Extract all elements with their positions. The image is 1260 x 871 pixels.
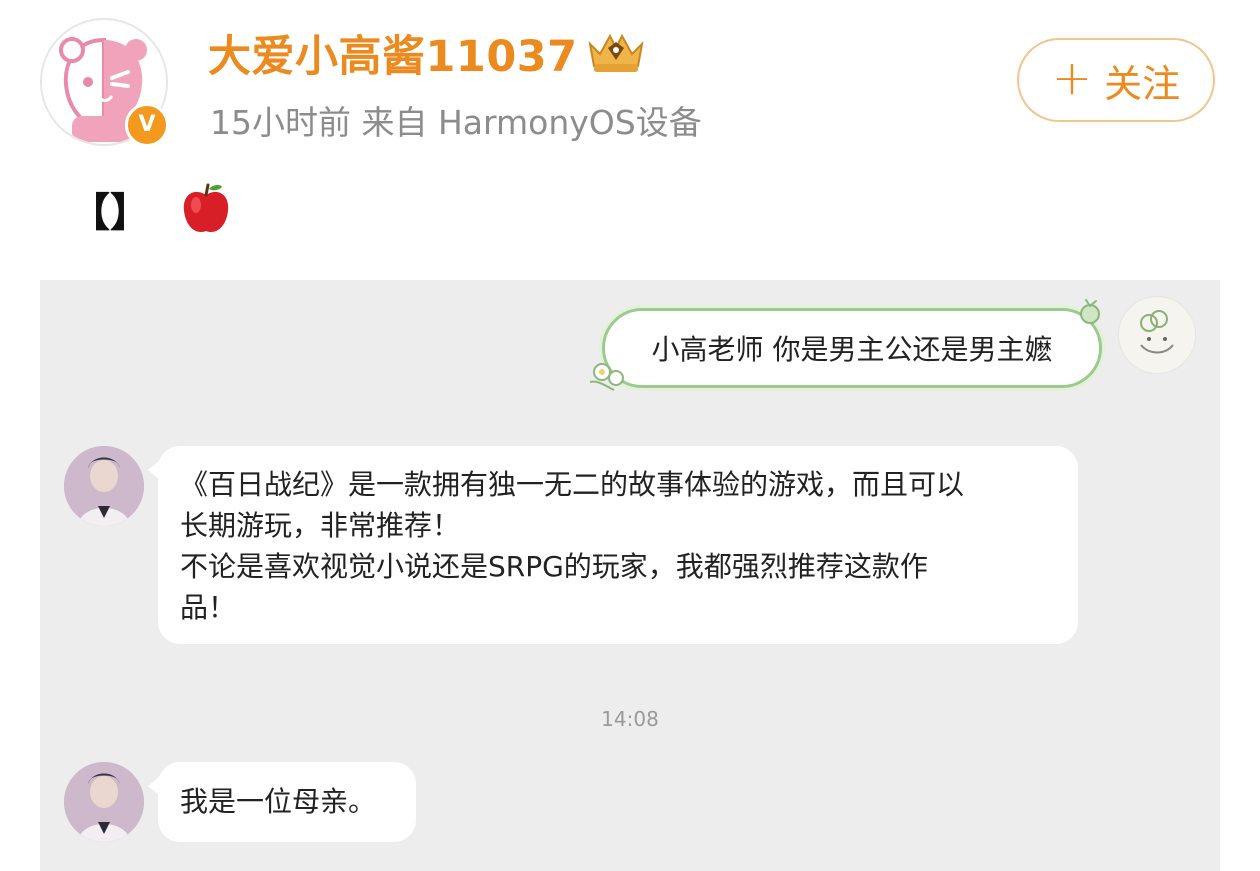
message-line: 《百日战纪》是一款拥有独一无二的故事体验的游戏，而且可以 — [180, 468, 965, 501]
incoming-message-bubble[interactable]: 《百日战纪》是一款拥有独一无二的故事体验的游戏，而且可以 长期游玩，非常推荐！ … — [148, 446, 1078, 644]
username[interactable]: 大爱小高酱11037 — [208, 22, 578, 84]
right-user-avatar[interactable] — [1118, 296, 1196, 374]
incoming-message-bubble[interactable]: 我是一位母亲。 — [148, 762, 416, 842]
chat-screenshot: 小高老师 你是男主公还是男主嬷 《百日战纪》是一款拥有独一无二的故事体验的游戏，… — [40, 280, 1220, 871]
verified-badge: V — [125, 103, 169, 147]
character-avatar-icon — [64, 762, 144, 842]
message-timestamp: 14:08 — [601, 707, 659, 731]
message-line: 长期游玩，非常推荐！ — [180, 509, 461, 542]
post-header: V 大爱小高酱11037 15小时前 来自 HarmonyOS设备 + 关注 — [0, 0, 1260, 170]
outgoing-message-bubble[interactable]: 小高老师 你是男主公还是男主嬷 — [602, 308, 1102, 388]
message-line: 我是一位母亲。 — [180, 785, 377, 818]
crown-badge-icon[interactable] — [584, 26, 648, 76]
left-user-avatar[interactable] — [64, 762, 144, 842]
user-avatar-container[interactable]: V — [40, 18, 169, 147]
character-avatar-icon — [64, 446, 144, 526]
plus-icon: + — [1051, 50, 1093, 106]
message-line: 不论是喜欢视觉小说还是SRPG的玩家，我都强烈推荐这款作 — [180, 550, 928, 583]
message-line: 品！ — [180, 591, 237, 624]
follow-button[interactable]: + 关注 — [1017, 38, 1215, 122]
post-meta: 15小时前 来自 HarmonyOS设备 — [210, 103, 702, 142]
post-text-brackets: 【】 — [70, 190, 150, 236]
flower-decoration-icon — [589, 363, 624, 391]
left-user-avatar[interactable] — [64, 446, 144, 526]
red-apple-icon — [183, 183, 229, 233]
leaf-decoration-icon — [1080, 299, 1100, 324]
cat-doodle-avatar-icon — [1121, 299, 1193, 371]
follow-label: 关注 — [1104, 61, 1181, 106]
post-text: 【】 — [70, 180, 232, 238]
